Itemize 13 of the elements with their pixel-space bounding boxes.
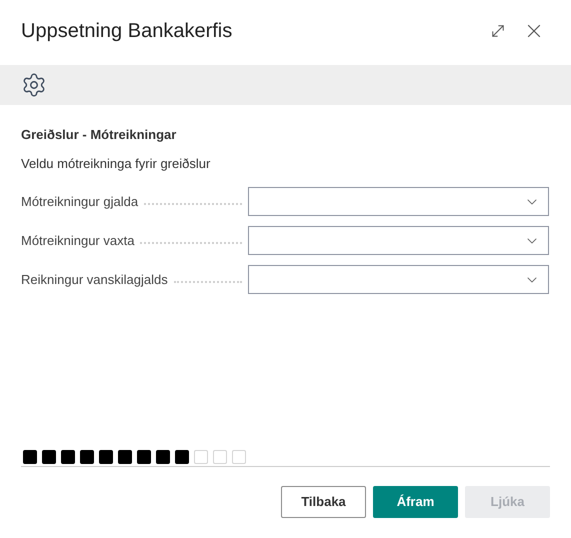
wizard-button[interactable]: Áfram	[373, 486, 458, 518]
wizard-button[interactable]: Tilbaka	[281, 486, 366, 518]
dropdown-field[interactable]	[248, 265, 549, 294]
field-label: Mótreikningur gjalda	[21, 192, 138, 211]
expand-icon[interactable]	[489, 22, 507, 40]
dropdown-field[interactable]	[248, 187, 549, 216]
dropdown-field[interactable]	[248, 226, 549, 255]
section-description: Veldu mótreikninga fyrir greiðslur	[21, 154, 212, 173]
field-label: Mótreikningur vaxta	[21, 232, 134, 250]
settings-icon[interactable]	[21, 72, 47, 98]
window-title: Uppsetning Bankakerfis	[21, 19, 232, 44]
section-heading: Greiðslur - Mótreikningar	[21, 126, 178, 144]
field-label: Reikningur vanskilagjalds	[21, 270, 168, 289]
